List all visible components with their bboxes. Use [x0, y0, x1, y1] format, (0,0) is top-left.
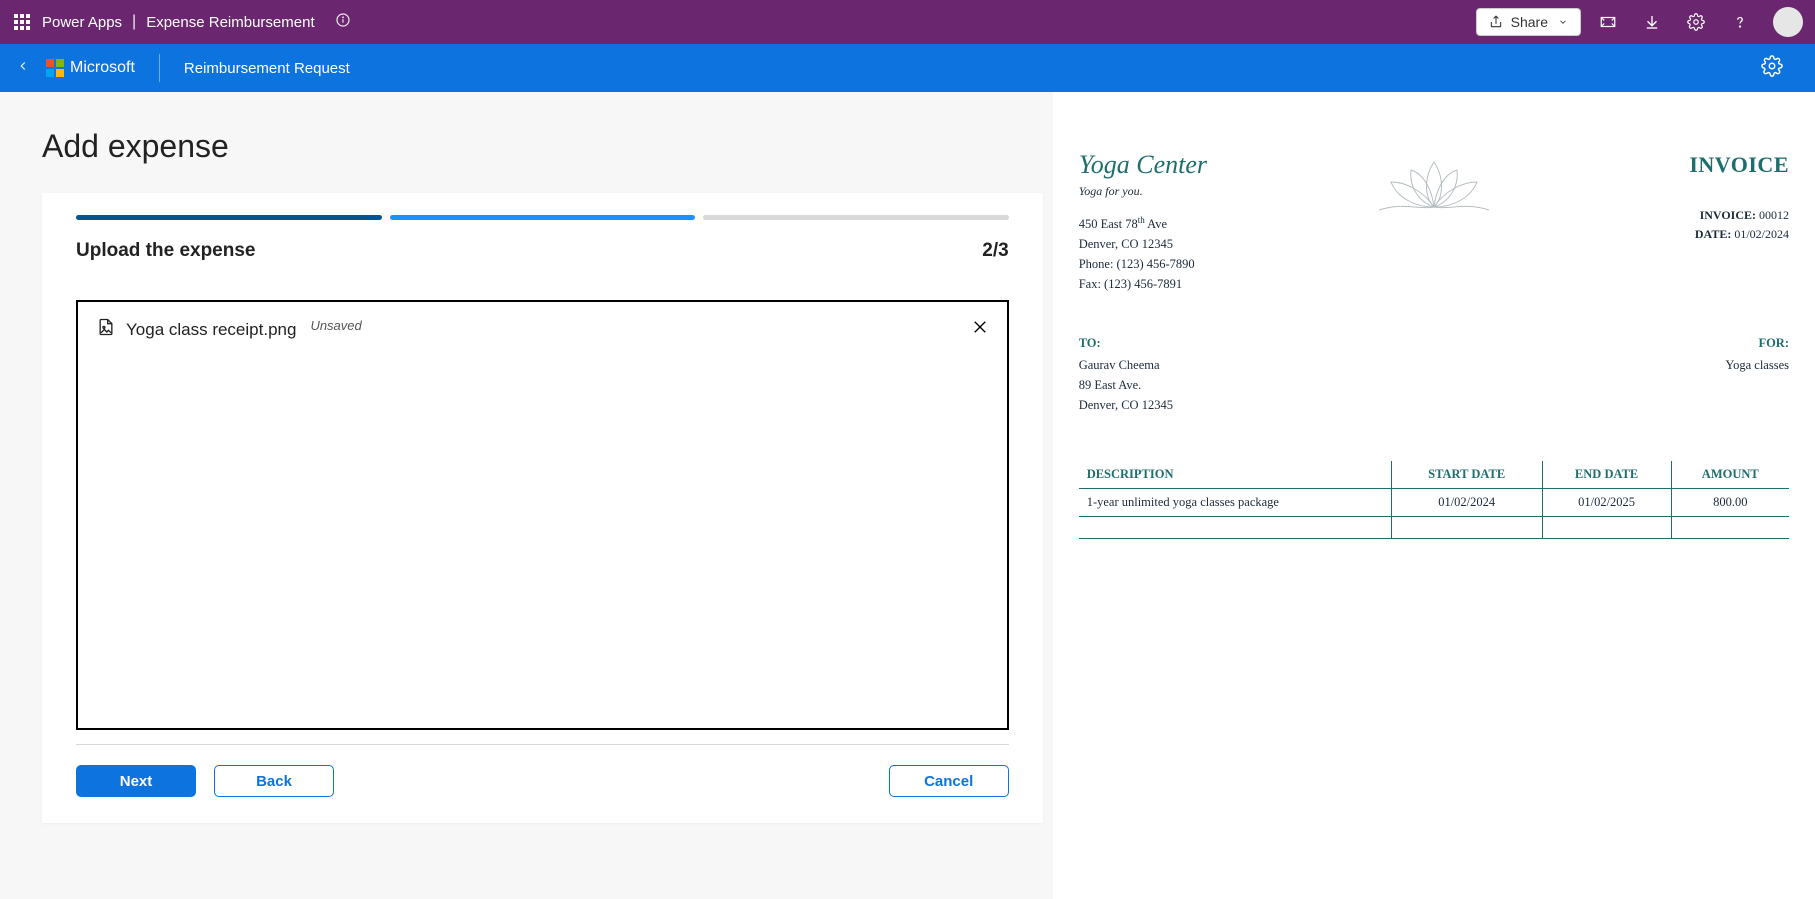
fit-icon[interactable]: [1591, 5, 1625, 39]
th-end: END DATE: [1542, 461, 1671, 489]
download-icon[interactable]: [1635, 5, 1669, 39]
app-name-label: Expense Reimbursement: [146, 14, 314, 31]
app-settings-icon[interactable]: [1761, 55, 1783, 82]
progress-seg-3: [703, 215, 1009, 220]
meta-invoice-label: INVOICE:: [1700, 208, 1756, 222]
divider: [76, 744, 1009, 745]
to-addr2: Denver, CO 12345: [1079, 395, 1434, 415]
invoice-address: 450 East 78th Ave Denver, CO 12345 Phone…: [1079, 213, 1364, 294]
file-status: Unsaved: [310, 318, 361, 333]
lotus-icon: [1364, 152, 1504, 222]
page-title: Add expense: [42, 128, 1043, 165]
file-image-icon: [96, 316, 116, 343]
table-row: 1-year unlimited yoga classes package 01…: [1079, 489, 1789, 517]
step-label: Upload the expense: [76, 240, 256, 262]
invoice-brand: Yoga Center: [1079, 152, 1364, 178]
invoice-tagline: Yoga for you.: [1079, 184, 1364, 199]
ms-logo: Microsoft: [46, 59, 135, 77]
remove-file-icon[interactable]: [971, 318, 989, 342]
file-row: Yoga class receipt.png Unsaved: [96, 316, 989, 343]
ms-label: Microsoft: [70, 59, 135, 77]
info-icon[interactable]: [335, 12, 351, 33]
addr-line-1b: Ave: [1145, 217, 1167, 231]
table-row: [1079, 517, 1789, 539]
cell-amount: 800.00: [1671, 489, 1789, 517]
th-desc: DESCRIPTION: [1079, 461, 1392, 489]
cell-desc: 1-year unlimited yoga classes package: [1079, 489, 1392, 517]
th-start: START DATE: [1391, 461, 1542, 489]
progress-bar: [76, 215, 1009, 220]
to-addr1: 89 East Ave.: [1079, 375, 1434, 395]
help-icon[interactable]: [1723, 5, 1757, 39]
for-value: Yoga classes: [1434, 355, 1789, 375]
share-button[interactable]: Share: [1476, 8, 1581, 36]
brand-label: Power Apps: [42, 14, 122, 31]
settings-icon[interactable]: [1679, 5, 1713, 39]
back-label: Back: [256, 773, 292, 790]
profile-avatar[interactable]: [1773, 7, 1803, 37]
progress-seg-1: [76, 215, 382, 220]
addr-phone: Phone: (123) 456-7890: [1079, 254, 1364, 274]
next-button[interactable]: Next: [76, 765, 196, 797]
page-name: Reimbursement Request: [184, 60, 350, 77]
separator: |: [132, 13, 136, 31]
addr-line-1a: 450 East 78: [1079, 217, 1138, 231]
progress-seg-2: [390, 215, 696, 220]
cancel-label: Cancel: [924, 773, 973, 790]
addr-fax: Fax: (123) 456-7891: [1079, 274, 1364, 294]
to-name: Gaurav Cheema: [1079, 355, 1434, 375]
for-label: FOR:: [1434, 336, 1789, 351]
back-button[interactable]: Back: [214, 765, 334, 797]
share-label: Share: [1511, 14, 1548, 30]
invoice-preview: Yoga Center Yoga for you. 450 East 78th …: [1079, 152, 1789, 539]
chevron-down-icon: [1558, 14, 1568, 30]
upload-dropzone[interactable]: Yoga class receipt.png Unsaved: [76, 300, 1009, 730]
cell-start: 01/02/2024: [1391, 489, 1542, 517]
divider: [159, 54, 160, 82]
step-count: 2/3: [982, 240, 1008, 262]
meta-date-label: DATE:: [1695, 227, 1731, 241]
meta-invoice-no: 00012: [1759, 208, 1789, 222]
invoice-table: DESCRIPTION START DATE END DATE AMOUNT 1…: [1079, 461, 1789, 539]
wizard-card: Upload the expense 2/3 Yoga class receip…: [42, 193, 1043, 823]
addr-line-2: Denver, CO 12345: [1079, 234, 1364, 254]
file-name: Yoga class receipt.png: [126, 320, 296, 340]
to-label: TO:: [1079, 336, 1434, 351]
invoice-title: INVOICE: [1504, 152, 1789, 178]
addr-sup: th: [1138, 215, 1145, 225]
th-amount: AMOUNT: [1671, 461, 1789, 489]
back-icon[interactable]: [16, 59, 30, 78]
app-launcher-icon[interactable]: [12, 12, 32, 32]
cell-end: 01/02/2025: [1542, 489, 1671, 517]
meta-date: 01/02/2024: [1734, 227, 1789, 241]
next-label: Next: [120, 773, 153, 790]
cancel-button[interactable]: Cancel: [889, 765, 1009, 797]
